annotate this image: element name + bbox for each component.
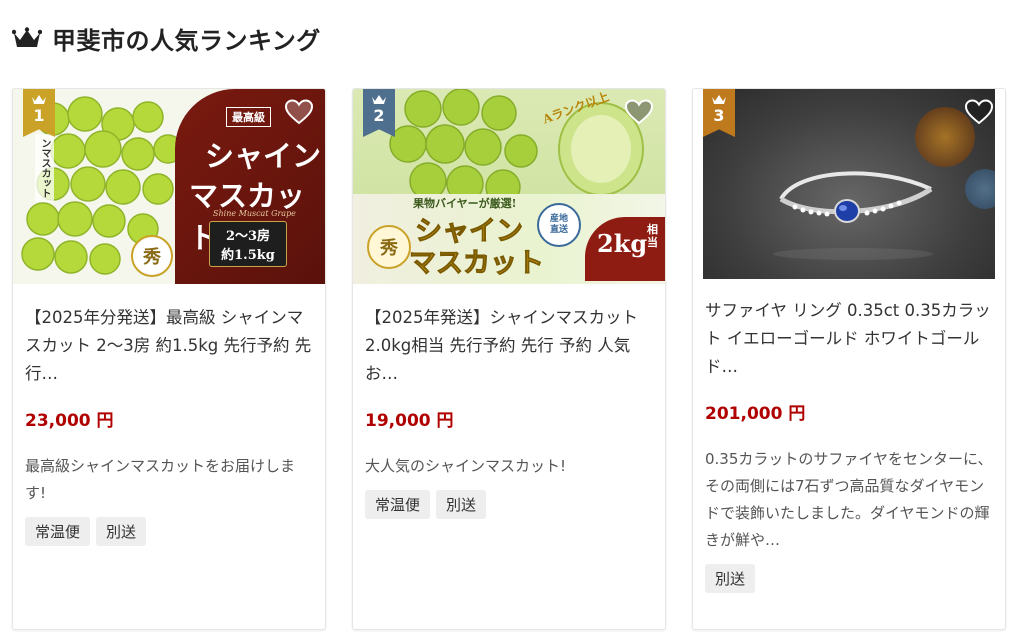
tag-shipping: 常温便 [25,517,91,546]
quality-seal: 秀 [367,225,411,269]
rank-number: 1 [33,106,45,125]
ranking-card-3[interactable]: 3 サファイヤ リング 0.35ct 0.35カラット イエローゴールド ホワイ… [692,88,1006,630]
sapphire-ring-illustration [773,171,933,260]
favorite-heart-icon[interactable] [285,99,313,125]
weight-panel: 2kg 相当 [585,217,665,281]
favorite-heart-icon[interactable] [625,99,653,125]
favorite-heart-icon[interactable] [965,99,993,125]
image-title-line1: シャイン [205,139,322,173]
product-title[interactable]: 【2025年発送】シャインマスカット 2.0kg相当 先行予約 先行 予約 人気… [365,304,653,388]
tag-separate: 別送 [705,564,756,593]
ranking-card-2[interactable]: Aランク以上 果物バイヤーが厳選! シャイン マスカット 秀 産地直送 2kg … [352,88,666,630]
product-price: 201,000 円 [705,404,806,424]
crown-icon [12,27,42,47]
product-description: 0.35カラットのサファイヤをセンターに、その両側には7石ずつ高品質なダイヤモン… [705,450,993,549]
tag-list: 常温便 別送 [25,517,313,546]
image-title-line2: マスカット [409,248,545,280]
tag-list: 別送 [705,564,993,593]
product-image[interactable]: 3 [703,89,995,279]
product-price: 19,000 円 [365,411,454,431]
product-description: 大人気のシャインマスカット! [365,457,567,475]
product-image[interactable]: Aランク以上 果物バイヤーが厳選! シャイン マスカット 秀 産地直送 2kg … [353,89,665,284]
tag-shipping: 常温便 [365,490,431,519]
product-title[interactable]: サファイヤ リング 0.35ct 0.35カラット イエローゴールド ホワイトゴ… [705,297,993,381]
tag-separate: 別送 [436,490,487,519]
product-image[interactable]: ンマスカット 最高級 シャイン マスカット Shine Muscat Grape… [13,89,325,284]
image-weight-box: 2〜3房 約1.5kg [209,221,287,267]
image-badge: 最高級 [226,107,271,127]
product-title[interactable]: 【2025年分発送】最高級 シャインマスカット 2〜3房 約1.5kg 先行予約… [25,304,313,388]
ranking-heading: 甲斐市の人気ランキング [12,18,321,58]
origin-stamp: 産地直送 [537,203,581,247]
rank-number: 3 [713,106,725,125]
page-title: 甲斐市の人気ランキング [52,26,321,55]
product-price: 23,000 円 [25,411,114,431]
crown-icon [372,95,386,104]
crown-icon [712,95,726,104]
image-subtitle: Shine Muscat Grape [213,209,296,218]
ranking-card-1[interactable]: ンマスカット 最高級 シャイン マスカット Shine Muscat Grape… [12,88,326,630]
image-side-text: ンマスカット [35,134,54,202]
quality-seal: 秀 [131,235,173,277]
product-description: 最高級シャインマスカットをお届けします! [25,457,296,502]
tag-separate: 別送 [96,517,147,546]
crown-icon [32,95,46,104]
tag-list: 常温便 別送 [365,490,653,519]
rank-number: 2 [373,106,385,125]
